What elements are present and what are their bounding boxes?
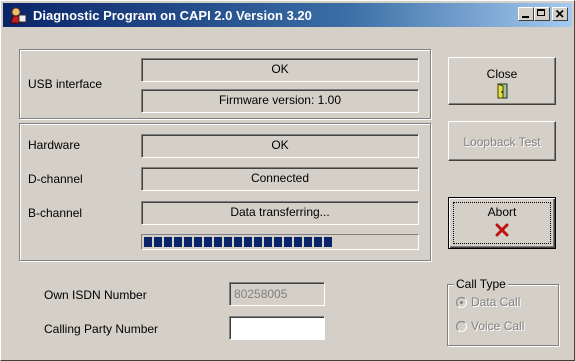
close-icon bbox=[555, 9, 564, 18]
close-door-icon bbox=[497, 83, 508, 99]
window-title: Diagnostic Program on CAPI 2.0 Version 3… bbox=[33, 7, 312, 23]
voice-call-label: Voice Call bbox=[471, 319, 525, 333]
firmware-version-field: Firmware version: 1.00 bbox=[141, 89, 419, 113]
abort-button-label: Abort bbox=[487, 205, 517, 219]
app-icon bbox=[9, 6, 27, 24]
d-channel-status-field: Connected bbox=[141, 167, 419, 191]
close-button[interactable]: Close bbox=[448, 57, 556, 105]
minimize-button[interactable] bbox=[518, 7, 534, 21]
data-call-label: Data Call bbox=[471, 295, 521, 309]
diagnostic-window: Diagnostic Program on CAPI 2.0 Version 3… bbox=[0, 0, 575, 361]
own-isdn-number-field: 80258005 bbox=[229, 282, 325, 306]
hardware-status-field: OK bbox=[141, 134, 419, 158]
maximize-icon bbox=[537, 9, 545, 16]
transfer-progress-bar bbox=[141, 234, 419, 250]
data-call-option[interactable]: Data Call bbox=[456, 295, 520, 309]
maximize-button[interactable] bbox=[534, 7, 550, 21]
usb-interface-label: USB interface bbox=[28, 77, 103, 91]
data-call-radio[interactable] bbox=[456, 296, 467, 308]
b-channel-status-field: Data transferring... bbox=[141, 201, 419, 225]
minimize-icon bbox=[522, 16, 529, 18]
red-x-icon bbox=[495, 223, 509, 237]
calling-party-number-label: Calling Party Number bbox=[44, 322, 159, 336]
call-type-legend: Call Type bbox=[454, 277, 508, 291]
abort-button[interactable]: Abort bbox=[448, 197, 556, 249]
voice-call-radio[interactable] bbox=[456, 320, 467, 332]
loopback-test-button[interactable]: Loopback Test bbox=[448, 121, 556, 161]
title-bar[interactable]: Diagnostic Program on CAPI 2.0 Version 3… bbox=[3, 3, 572, 27]
close-button-label: Close bbox=[486, 67, 518, 81]
d-channel-label: D-channel bbox=[28, 172, 83, 186]
window-controls bbox=[518, 7, 568, 21]
own-isdn-number-label: Own ISDN Number bbox=[44, 288, 147, 302]
b-channel-label: B-channel bbox=[28, 206, 83, 220]
voice-call-option[interactable]: Voice Call bbox=[456, 319, 524, 333]
usb-status-field: OK bbox=[141, 58, 419, 82]
close-window-button[interactable] bbox=[552, 7, 568, 21]
call-type-group: Call Type Data Call Voice Call bbox=[447, 277, 559, 346]
progress-fill bbox=[144, 237, 334, 247]
loopback-test-label: Loopback Test bbox=[463, 135, 541, 149]
hardware-label: Hardware bbox=[28, 138, 81, 152]
calling-party-number-field[interactable] bbox=[229, 316, 325, 340]
